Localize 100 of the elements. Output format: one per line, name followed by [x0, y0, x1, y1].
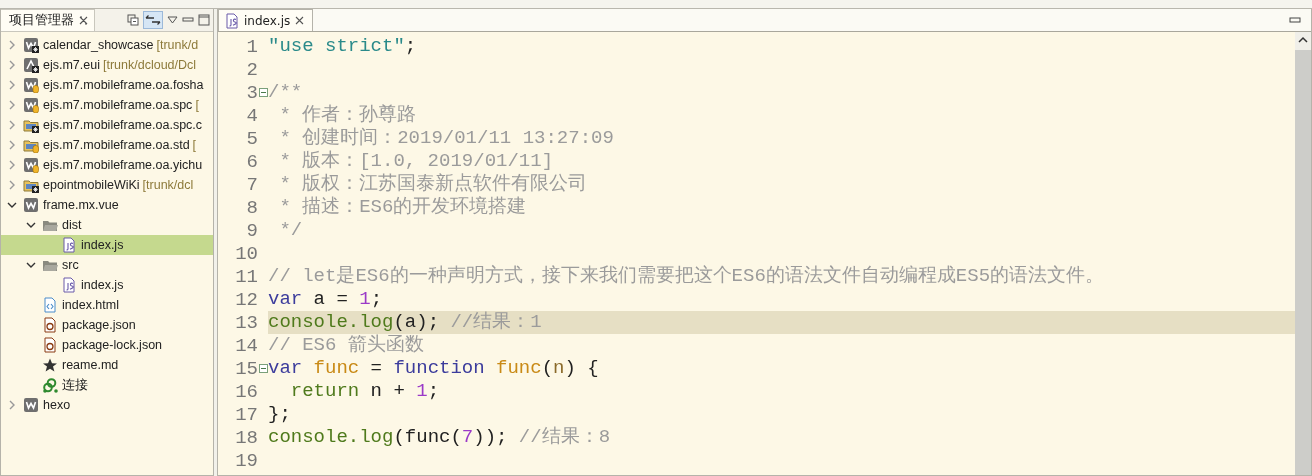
repository-path: [trunk/dcl: [142, 178, 194, 192]
repository-path: [: [192, 138, 197, 152]
link-icon: [42, 377, 58, 393]
tree-item[interactable]: package.json: [1, 315, 213, 335]
panel-title: 项目管理器: [9, 12, 74, 29]
code-line: // ES6 箭头函数: [268, 334, 424, 357]
code-line: // let是ES6的一种声明方式，接下来我们需要把这个ES6的语法文件自动编程成ES5的语法文件。: [268, 265, 1105, 288]
fold-icon[interactable]: [258, 364, 268, 373]
tree-item[interactable]: ejs.m7.mobileframe.oa.fosha: [1, 75, 213, 95]
line-number: 9: [245, 219, 258, 242]
line-number: 11: [234, 265, 258, 288]
item-label: ejs.m7.mobileframe.oa.yichu: [43, 158, 203, 172]
item-label: ejs.m7.mobileframe.oa.fosha: [43, 78, 204, 92]
line-number: 5: [245, 127, 258, 150]
project-icon: [23, 397, 39, 413]
item-label: index.html: [62, 298, 119, 312]
line-number: 15: [234, 357, 258, 380]
line-number: 17: [234, 403, 258, 426]
code-line: console.log(func(7)); //结果：8: [268, 426, 611, 449]
item-label: reame.md: [62, 358, 119, 372]
project-icon: [23, 197, 39, 213]
code-line: * 创建时间：2019/01/11 13:27:09: [278, 127, 614, 150]
minimize-icon[interactable]: [182, 16, 194, 24]
item-label: ejs.m7.mobileframe.oa.spc: [43, 98, 193, 112]
code-line: return n + 1;: [289, 380, 440, 403]
item-label: calendar_showcase: [43, 38, 154, 52]
repository-path: [trunk/d: [156, 38, 199, 52]
line-number: 3: [245, 81, 258, 104]
item-label: package-lock.json: [62, 338, 163, 352]
fold-icon[interactable]: [258, 88, 268, 97]
json-file-icon: [42, 337, 58, 353]
line-number: 2: [245, 58, 258, 81]
tree-item[interactable]: index.js: [1, 275, 213, 295]
item-label: index.js: [81, 278, 124, 292]
item-label: hexo: [43, 398, 71, 412]
minimize-icon[interactable]: [1289, 17, 1301, 23]
tree-item[interactable]: dist: [1, 215, 213, 235]
tree-item[interactable]: ejs.m7.mobileframe.oa.std [: [1, 135, 213, 155]
tree-item[interactable]: index.html: [1, 295, 213, 315]
item-label: frame.mx.vue: [43, 198, 119, 212]
item-label: src: [62, 258, 79, 272]
star-icon: [42, 357, 58, 373]
item-label: package.json: [62, 318, 136, 332]
view-menu-icon[interactable]: [167, 16, 178, 24]
code-line: * 版权：江苏国泰新点软件有限公司: [278, 173, 588, 196]
tree-item[interactable]: package-lock.json: [1, 335, 213, 355]
line-number: 8: [245, 196, 258, 219]
line-number: 4: [245, 104, 258, 127]
js-file-icon: [225, 12, 239, 29]
line-number: 13: [234, 311, 258, 334]
html-file-icon: [42, 297, 58, 313]
close-icon[interactable]: [295, 16, 305, 25]
panel-tab[interactable]: 项目管理器: [1, 9, 95, 31]
line-number: 16: [234, 380, 258, 403]
line-number: 1: [245, 35, 258, 58]
tree-item[interactable]: index.js: [1, 235, 213, 255]
tree-item[interactable]: frame.mx.vue: [1, 195, 213, 215]
line-number: 19: [234, 449, 258, 472]
code-line: "use strict";: [268, 35, 417, 58]
code-line: /**: [268, 81, 303, 104]
tree-item[interactable]: ejs.m7.eui [trunk/dcloud/Dcl: [1, 55, 213, 75]
item-label: dist: [62, 218, 82, 232]
close-icon[interactable]: [79, 16, 88, 25]
item-label: epointmobileWiKi: [43, 178, 140, 192]
editor-tab[interactable]: index.js: [218, 9, 314, 31]
repository-path: [trunk/dcloud/Dcl: [103, 58, 197, 72]
line-number: 12: [234, 288, 258, 311]
code-line: */: [278, 219, 303, 242]
js-file-icon: [61, 277, 77, 293]
repository-path: [: [195, 98, 199, 112]
link-editor-icon[interactable]: [143, 11, 163, 29]
item-label: ejs.m7.eui: [43, 58, 100, 72]
tree-item[interactable]: ejs.m7.mobileframe.oa.spc.c: [1, 115, 213, 135]
item-label: index.js: [81, 238, 124, 252]
tree-item[interactable]: src: [1, 255, 213, 275]
tree-item[interactable]: ejs.m7.mobileframe.oa.yichu: [1, 155, 213, 175]
tree-item[interactable]: 连接: [1, 375, 213, 395]
js-file-icon: [61, 237, 77, 253]
line-number: 7: [245, 173, 258, 196]
tree-item[interactable]: epointmobileWiKi [trunk/dcl: [1, 175, 213, 195]
tree-item[interactable]: ejs.m7.mobileframe.oa.spc [: [1, 95, 213, 115]
line-number: 18: [234, 426, 258, 449]
code-line: var a = 1;: [268, 288, 383, 311]
line-number: 10: [234, 242, 258, 265]
line-number: 6: [245, 150, 258, 173]
code-line: * 版本：[1.0, 2019/01/11]: [278, 150, 554, 173]
scrollbar[interactable]: [1295, 32, 1311, 475]
code-line: var func = function func(n) {: [268, 357, 599, 380]
line-number: 14: [234, 334, 258, 357]
tree-item[interactable]: hexo: [1, 395, 213, 415]
code-line: * 描述：ES6的开发环境搭建: [278, 196, 527, 219]
json-file-icon: [42, 317, 58, 333]
code-line: };: [268, 403, 291, 426]
item-label: ejs.m7.mobileframe.oa.spc.c: [43, 118, 203, 132]
item-label: ejs.m7.mobileframe.oa.std: [43, 138, 190, 152]
maximize-icon[interactable]: [198, 14, 210, 26]
item-label: 连接: [62, 376, 88, 394]
collapse-all-icon[interactable]: [127, 14, 139, 26]
tree-item[interactable]: reame.md: [1, 355, 213, 375]
tree-item[interactable]: calendar_showcase [trunk/d: [1, 35, 213, 55]
